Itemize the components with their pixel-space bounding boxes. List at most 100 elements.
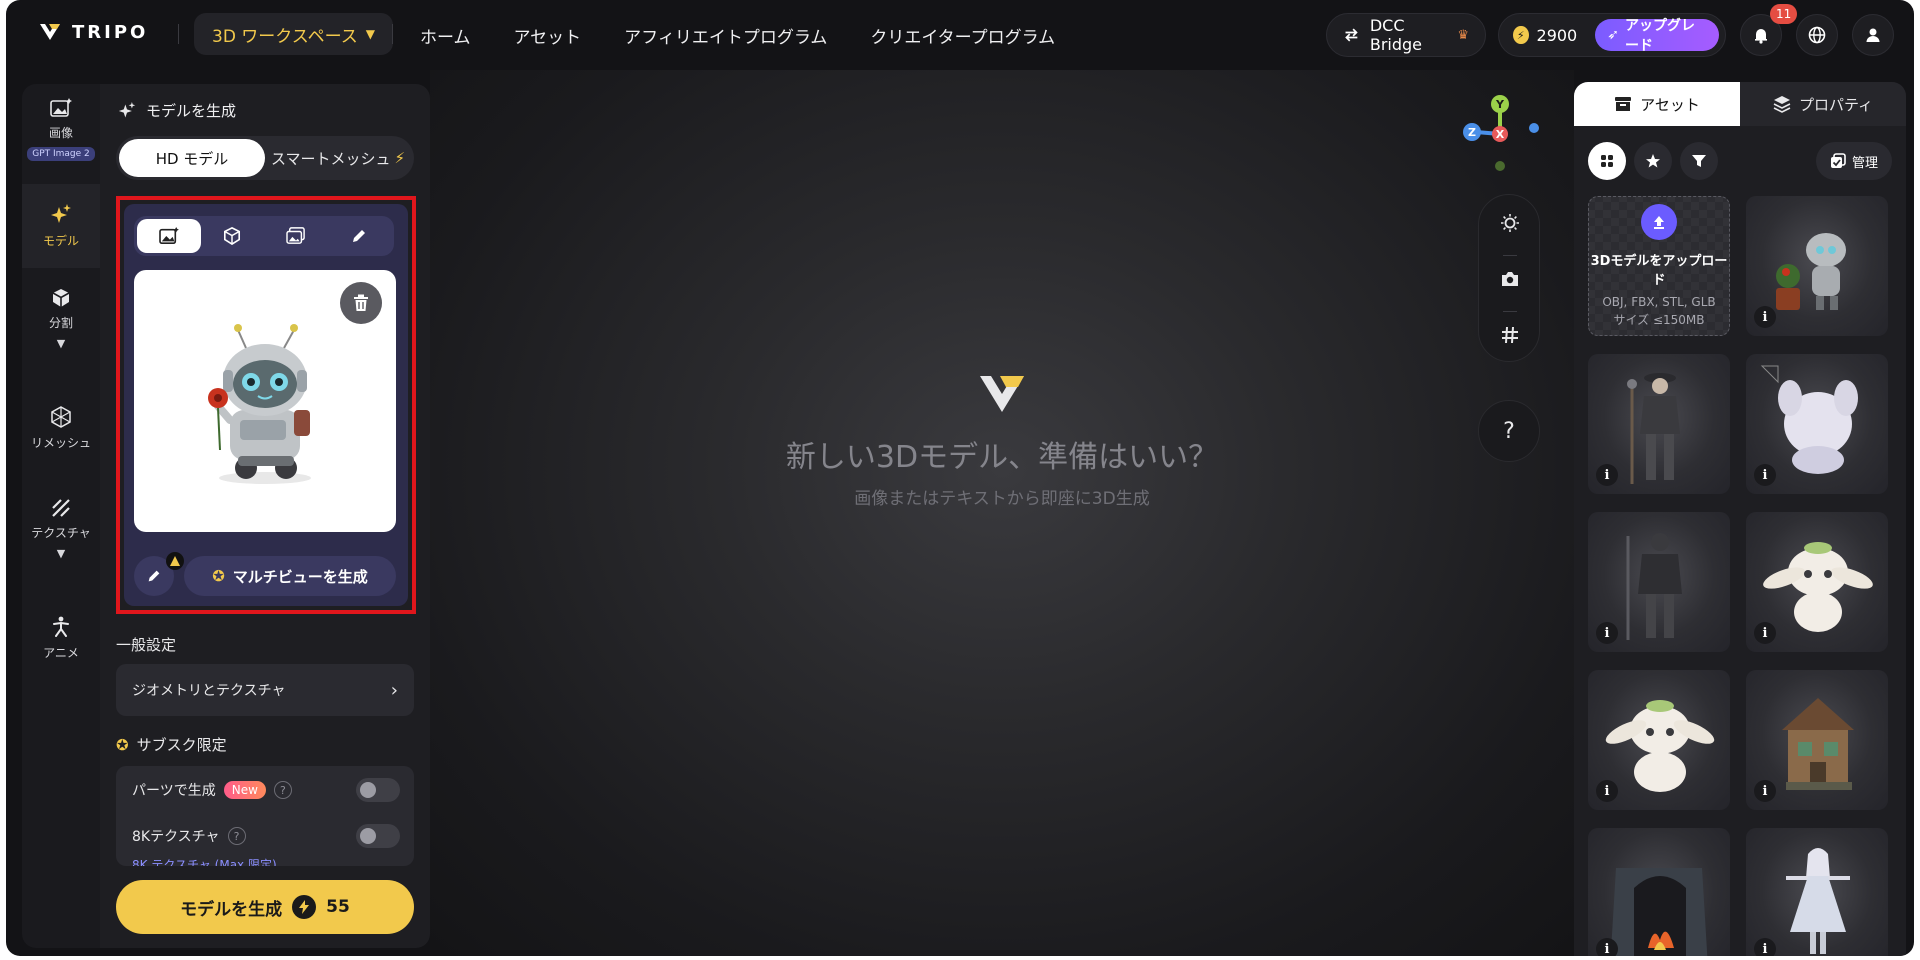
- smart-mesh-button[interactable]: スマートメッシュ ⚡: [265, 139, 411, 177]
- tripo-logo[interactable]: TRIPO: [38, 20, 148, 44]
- tab-multi-image-input[interactable]: [264, 219, 328, 253]
- caret-down-icon[interactable]: ▼: [57, 337, 65, 350]
- help-icon[interactable]: ?: [227, 827, 246, 845]
- asset-info-button[interactable]: i: [1596, 938, 1618, 956]
- asset-thumbnail-dark-warrior[interactable]: i: [1588, 354, 1730, 494]
- rail-item-segment[interactable]: 分割 ▼: [22, 288, 100, 368]
- upgrade-button[interactable]: ➶ アップグレード: [1595, 18, 1719, 54]
- nav-home[interactable]: ホーム: [420, 23, 471, 48]
- workspace-dropdown[interactable]: 3D ワークスペース ▼: [194, 13, 393, 55]
- asset-thumbnail-fireplace[interactable]: i: [1588, 828, 1730, 956]
- hd-model-button[interactable]: HD モデル: [119, 139, 265, 177]
- help-icon[interactable]: ?: [273, 781, 292, 799]
- delete-image-button[interactable]: [340, 282, 382, 324]
- manage-button[interactable]: 管理: [1815, 142, 1892, 180]
- asset-info-button[interactable]: i: [1754, 306, 1776, 328]
- tool-rail: 画像 GPT Image 2 モデル 分割 ▼ リメッシュ テクスチャ ▼ アニ…: [22, 84, 100, 948]
- asset-info-button[interactable]: i: [1754, 464, 1776, 486]
- upload-formats: OBJ, FBX, STL, GLB: [1602, 294, 1716, 309]
- top-header: TRIPO 3D ワークスペース ▼ ホーム アセット アフィリエイトプログラム…: [6, 0, 1914, 70]
- checklist-icon: [1830, 153, 1846, 168]
- rail-item-texture[interactable]: テクスチャ ▼: [22, 498, 100, 588]
- asset-thumbnail-doll-girl[interactable]: i: [1746, 828, 1888, 956]
- tab-properties-label: プロパティ: [1798, 95, 1874, 114]
- pencil-icon: [353, 230, 366, 242]
- language-button[interactable]: [1796, 14, 1838, 56]
- multiview-label: マルチビューを生成: [232, 567, 368, 586]
- upload-3d-model-tile[interactable]: 3Dモデルをアップロード OBJ, FBX, STL, GLB サイズ ≤150…: [1588, 196, 1730, 336]
- help-button[interactable]: ?: [1478, 400, 1540, 462]
- asset-thumbnail-dark-warrior-2[interactable]: i: [1588, 512, 1730, 652]
- nav-assets[interactable]: アセット: [514, 23, 582, 48]
- grid-hash-icon: [1502, 326, 1518, 344]
- main-nav: ホーム アセット アフィリエイトプログラム クリエイタープログラム: [420, 0, 1055, 70]
- asset-info-button[interactable]: i: [1754, 622, 1776, 644]
- asset-thumbnail-bunny[interactable]: i: [1746, 512, 1888, 652]
- rail-item-model[interactable]: モデル: [22, 184, 100, 268]
- viewport-toolbar: [1478, 194, 1540, 362]
- filter-button[interactable]: [1680, 142, 1718, 180]
- texture8k-toggle[interactable]: [356, 824, 400, 848]
- 3d-viewport[interactable]: 新しい3Dモデル、準備はいい？ 画像またはテキストから即座に3D生成 Y Z X: [430, 70, 1574, 956]
- panel-title-text: モデルを生成: [146, 102, 237, 120]
- grid-toggle-button[interactable]: [1479, 313, 1541, 357]
- parts-option-row: パーツで生成 New ?: [132, 778, 400, 802]
- asset-info-button[interactable]: i: [1754, 938, 1776, 956]
- asset-filter-row: 管理: [1588, 142, 1892, 180]
- asset-thumbnail-bunny-2[interactable]: i: [1588, 670, 1730, 810]
- lighting-button[interactable]: [1479, 201, 1541, 245]
- rocket-icon: ➶: [1607, 27, 1619, 43]
- asset-info-button[interactable]: i: [1754, 780, 1776, 802]
- panel-title: モデルを生成: [118, 100, 236, 121]
- nav-affiliate[interactable]: アフィリエイトプログラム: [624, 23, 827, 48]
- archive-box-icon: [1615, 97, 1632, 111]
- view-all-button[interactable]: [1588, 142, 1626, 180]
- rail-label: リメッシュ: [30, 436, 91, 450]
- asset-thumbnail-robot-plant[interactable]: i: [1746, 196, 1888, 336]
- asset-thumbnail-cottage[interactable]: i: [1746, 670, 1888, 810]
- sparkle-icon: [118, 101, 136, 118]
- star-coin-icon: ✪: [116, 735, 129, 754]
- globe-icon: [1808, 26, 1826, 44]
- tab-image-input[interactable]: [137, 219, 201, 253]
- rail-item-image[interactable]: 画像 GPT Image 2: [22, 94, 100, 170]
- dcc-bridge-button[interactable]: DCC Bridge ♛: [1326, 13, 1486, 57]
- star-icon: [1646, 154, 1660, 168]
- nav-creator[interactable]: クリエイタープログラム: [870, 23, 1055, 48]
- texture8k-note: 8K テクスチャ (Max 限定): [132, 858, 277, 866]
- grid-icon: [1601, 155, 1613, 167]
- asset-info-button[interactable]: i: [1596, 464, 1618, 486]
- header-divider: [178, 24, 179, 44]
- swap-arrows-icon: [1345, 28, 1358, 42]
- asset-panel: アセット プロパティ 管理 3Dモデルをアップロード OBJ, FBX, STL…: [1574, 82, 1906, 956]
- parts-toggle[interactable]: [356, 778, 400, 802]
- asset-info-button[interactable]: i: [1596, 780, 1618, 802]
- axis-z-label: Z: [1468, 126, 1476, 139]
- favorites-button[interactable]: [1634, 142, 1672, 180]
- geometry-texture-row[interactable]: ジオメトリとテクスチャ ›: [116, 664, 414, 716]
- upgrade-label: アップグレード: [1624, 18, 1695, 54]
- asset-info-button[interactable]: i: [1596, 622, 1618, 644]
- axis-gizmo[interactable]: Y Z X: [1450, 86, 1550, 186]
- subscription-options: パーツで生成 New ? 8Kテクスチャ ? 8K テクスチャ (Max 限定): [116, 766, 414, 866]
- model-mode-toggle: HD モデル スマートメッシュ ⚡: [116, 136, 414, 180]
- generate-multiview-button[interactable]: ✪ マルチビューを生成: [184, 556, 396, 596]
- tab-3d-input[interactable]: [201, 219, 265, 253]
- header-divider: [392, 24, 393, 44]
- cube-icon: [224, 227, 241, 245]
- tab-assets[interactable]: アセット: [1574, 82, 1740, 126]
- rail-item-animate[interactable]: アニメ: [22, 616, 100, 676]
- dcc-label: DCC Bridge: [1369, 16, 1423, 54]
- subscription-heading: ✪ サブスク限定: [116, 734, 227, 755]
- caret-down-icon[interactable]: ▼: [57, 547, 65, 560]
- asset-thumbnail-white-creature[interactable]: i: [1746, 354, 1888, 494]
- camera-button[interactable]: [1479, 257, 1541, 301]
- account-button[interactable]: [1852, 14, 1894, 56]
- tab-text-input[interactable]: [328, 219, 392, 253]
- uploaded-image-preview[interactable]: [134, 270, 396, 532]
- tab-properties[interactable]: プロパティ: [1740, 82, 1906, 126]
- cube-split-icon: [52, 289, 70, 307]
- generate-model-button[interactable]: モデルを生成 55: [116, 880, 414, 934]
- generate-label: モデルを生成: [180, 899, 283, 920]
- rail-item-remesh[interactable]: リメッシュ: [22, 406, 100, 466]
